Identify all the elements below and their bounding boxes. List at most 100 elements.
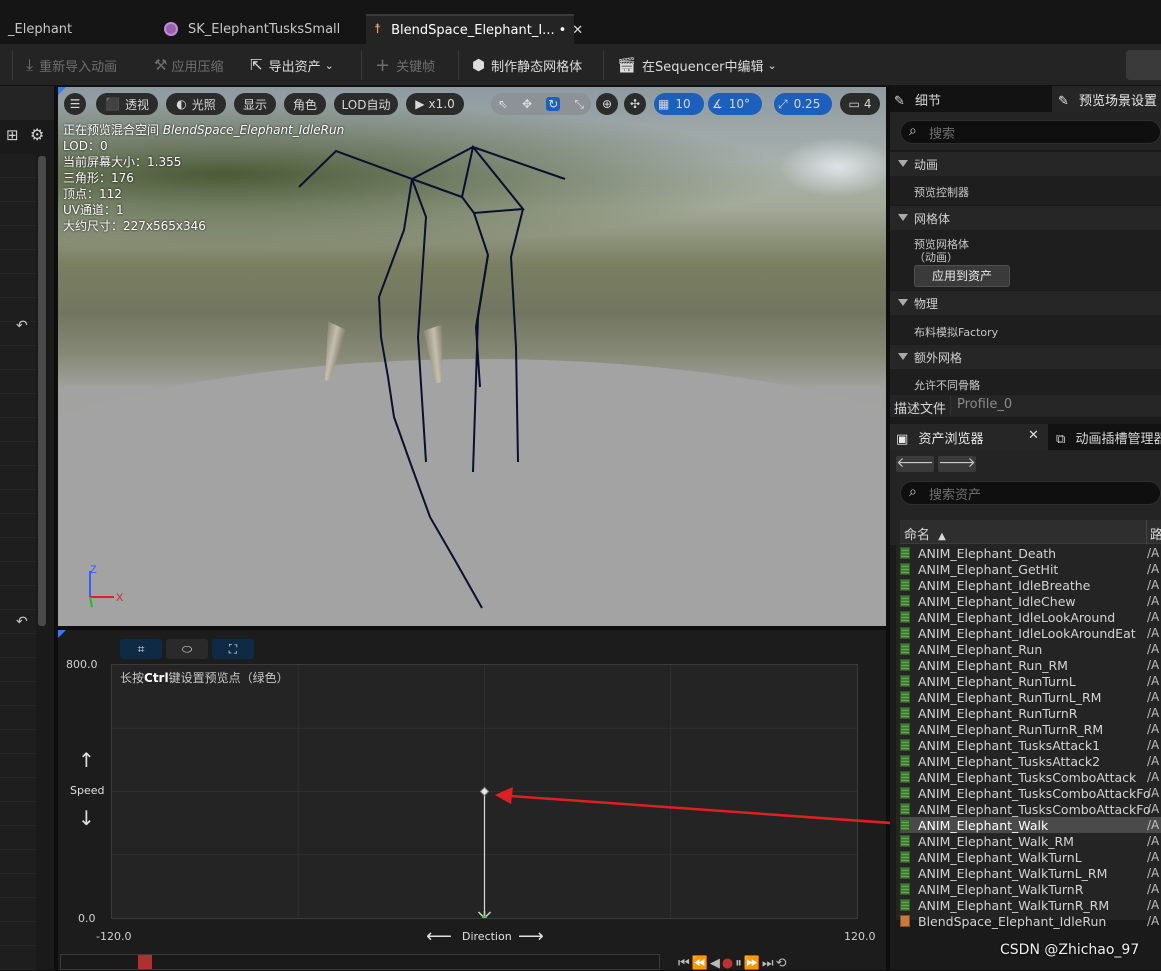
asset-list-item[interactable]: ANIM_Elephant_TusksAttack2/A xyxy=(900,753,1161,769)
left-panel-scrollbar[interactable] xyxy=(38,156,46,626)
reset-arrow-icon[interactable]: ↶ xyxy=(16,318,28,334)
asset-path: /A xyxy=(1147,706,1160,720)
asset-list-item[interactable]: ANIM_Elephant_IdleBreathe/A xyxy=(900,577,1161,593)
asset-list-item[interactable]: ANIM_Elephant_IdleLookAroundEat/A xyxy=(900,625,1161,641)
row-preview-controller: 预览控制器 xyxy=(890,176,1161,204)
asset-search-input[interactable]: ⌕ 搜索资产 xyxy=(900,481,1161,505)
section-animation[interactable]: 动画 xyxy=(890,152,1161,176)
viewport[interactable]: ☰ ⬛ 透视 ◐ 光照 显示 角色 LOD自动 ▶ x1.0 ⇖ ✥ ↻ ⤡ ⊕… xyxy=(58,87,886,626)
tab-elephant[interactable]: _Elephant xyxy=(0,14,152,44)
asset-list-item[interactable]: ANIM_Elephant_Walk_RM/A xyxy=(900,833,1161,849)
animation-sequence-icon xyxy=(900,723,910,735)
export-asset-button[interactable]: ⇱ 导出资产 ⌄ xyxy=(250,52,334,78)
section-physics-label: 物理 xyxy=(914,296,939,311)
timeline-scrubber[interactable] xyxy=(138,955,152,969)
animation-sequence-icon xyxy=(900,611,910,623)
reimport-animation-button[interactable]: ⤓ 重新导入动画 xyxy=(26,52,117,78)
section-extra-mesh-label: 额外网格 xyxy=(914,350,963,365)
axis-gizmo: Z X xyxy=(89,564,124,608)
asset-list-item[interactable]: BlendSpace_Elephant_IdleRun/A xyxy=(900,913,1161,929)
column-path-header[interactable]: 路 xyxy=(1150,524,1161,543)
play-reverse-icon[interactable]: ◀ xyxy=(710,956,722,971)
asset-path: /A xyxy=(1147,850,1160,864)
tab-details[interactable]: ✎ 细节 xyxy=(894,90,941,109)
timeline-track[interactable] xyxy=(60,954,660,970)
row-cloth-factory: 布料模拟Factory xyxy=(890,315,1161,345)
asset-list-item[interactable]: ANIM_Elephant_RunTurnR/A xyxy=(900,705,1161,721)
tab-asset-browser[interactable]: ▣ 资产浏览器 ✕ xyxy=(890,424,1048,450)
asset-name: ANIM_Elephant_Walk xyxy=(918,817,1049,833)
skip-start-icon[interactable]: ⏮ xyxy=(678,956,692,971)
make-static-mesh-button[interactable]: ⬢ 制作静态网格体 xyxy=(472,52,582,78)
gear-icon[interactable]: ⚙ xyxy=(30,125,44,144)
sample-point[interactable] xyxy=(479,786,490,797)
asset-list-item[interactable]: ANIM_Elephant_TusksComboAttackFo/A xyxy=(900,801,1161,817)
column-name-header[interactable]: 命名 ▲ xyxy=(904,524,946,543)
loop-icon[interactable]: ⟲ xyxy=(776,956,789,971)
animation-sequence-icon xyxy=(900,643,910,655)
tab-sk-elephant-tusks-small[interactable]: SK_ElephantTusksSmall xyxy=(156,14,360,44)
overflow-button[interactable] xyxy=(1126,50,1161,80)
close-icon[interactable]: ✕ xyxy=(572,23,583,38)
chevron-down-icon: ⌄ xyxy=(767,58,777,72)
asset-list-item[interactable]: ANIM_Elephant_TusksComboAttackFo/A xyxy=(900,785,1161,801)
skip-end-icon[interactable]: ⏭ xyxy=(762,956,776,971)
details-search-input[interactable]: ⌕ 搜索 xyxy=(900,120,1161,144)
reset-arrow-icon[interactable]: ↶ xyxy=(16,614,28,630)
skeleton-bone xyxy=(411,178,428,463)
asset-list-item[interactable]: ANIM_Elephant_IdleLookAround/A xyxy=(900,609,1161,625)
tab-blendspace-elephant[interactable]: ☨ BlendSpace_Elephant_I... • ✕ xyxy=(366,14,583,44)
section-animation-label: 动画 xyxy=(914,157,939,172)
tag-toggle-button[interactable]: ⬭ xyxy=(166,639,208,659)
preview-point[interactable] xyxy=(477,911,492,918)
asset-name: ANIM_Elephant_TusksAttack1 xyxy=(918,737,1101,753)
table-icon[interactable]: ⊞ xyxy=(6,126,19,144)
asset-list-item[interactable]: ANIM_Elephant_RunTurnR_RM/A xyxy=(900,721,1161,737)
step-back-icon[interactable]: ⏪ xyxy=(692,956,710,971)
step-forward-icon[interactable]: ⏩ xyxy=(744,956,762,971)
x-axis-max-label: 120.0 xyxy=(844,930,876,943)
apply-compression-button[interactable]: ⚒ 应用压缩 xyxy=(154,52,223,78)
pause-icon[interactable]: ⏸ xyxy=(735,956,744,971)
plus-icon: + xyxy=(375,54,391,76)
collapse-triangle-icon xyxy=(898,353,908,360)
apply-to-asset-label: 应用到资产 xyxy=(931,269,992,283)
asset-list-item[interactable]: ANIM_Elephant_TusksAttack1/A xyxy=(900,737,1161,753)
asset-list-item[interactable]: ANIM_Elephant_Death/A xyxy=(900,545,1161,561)
section-physics[interactable]: 物理 xyxy=(890,291,1161,315)
forward-button[interactable]: 🡒 xyxy=(938,456,976,472)
watermark: CSDN @Zhichao_97 xyxy=(1000,942,1140,958)
blendspace-graph[interactable]: 长按Ctrl键设置预览点（绿色） xyxy=(111,664,858,919)
asset-path: /A xyxy=(1147,738,1160,752)
asset-list-item[interactable]: ANIM_Elephant_RunTurnL/A xyxy=(900,673,1161,689)
tab-anim-slot-manager[interactable]: ⧉ 动画插槽管理器 xyxy=(1056,428,1161,447)
asset-list-item[interactable]: ANIM_Elephant_Run/A xyxy=(900,641,1161,657)
section-mesh[interactable]: 网格体 xyxy=(890,206,1161,230)
snap-grid-button[interactable]: ⛶ xyxy=(212,639,254,659)
asset-path: /A xyxy=(1147,866,1160,880)
fit-view-button[interactable]: ⌗ xyxy=(120,639,162,659)
asset-list-item[interactable]: ANIM_Elephant_GetHit/A xyxy=(900,561,1161,577)
record-icon[interactable]: ● xyxy=(722,956,735,971)
apply-to-asset-button[interactable]: 应用到资产 xyxy=(914,265,1010,287)
asset-list-item[interactable]: ANIM_Elephant_IdleChew/A xyxy=(900,593,1161,609)
section-extra-mesh[interactable]: 额外网格 xyxy=(890,345,1161,369)
close-icon[interactable]: ✕ xyxy=(1028,428,1039,443)
asset-list-item[interactable]: ANIM_Elephant_WalkTurnR_RM/A xyxy=(900,897,1161,913)
asset-list-item[interactable]: ANIM_Elephant_WalkTurnL/A xyxy=(900,849,1161,865)
asset-list-item[interactable]: ANIM_Elephant_TusksComboAttack/A xyxy=(900,769,1161,785)
asset-list-item[interactable]: ANIM_Elephant_Walk/A xyxy=(900,817,1161,833)
asset-list-item[interactable]: ANIM_Elephant_WalkTurnL_RM/A xyxy=(900,865,1161,881)
asset-path: /A xyxy=(1147,786,1160,800)
back-button[interactable]: 🡐 xyxy=(896,456,934,472)
chevron-down-icon: ⌄ xyxy=(324,58,334,72)
edit-in-sequencer-button[interactable]: 🎬︎ 在Sequencer中编辑 ⌄ xyxy=(617,52,777,78)
asset-list-item[interactable]: ANIM_Elephant_Run_RM/A xyxy=(900,657,1161,673)
collapse-triangle-icon xyxy=(898,160,908,167)
asset-list-item[interactable]: ANIM_Elephant_WalkTurnR/A xyxy=(900,881,1161,897)
asset-list-item[interactable]: ANIM_Elephant_RunTurnL_RM/A xyxy=(900,689,1161,705)
tab-preview-settings[interactable]: ✎ 预览场景设置 xyxy=(1052,86,1161,112)
profile-dropdown[interactable]: Profile_0 xyxy=(950,396,1161,416)
column-divider xyxy=(1146,520,1147,544)
keyframe-button[interactable]: + 关键帧 xyxy=(375,52,435,78)
